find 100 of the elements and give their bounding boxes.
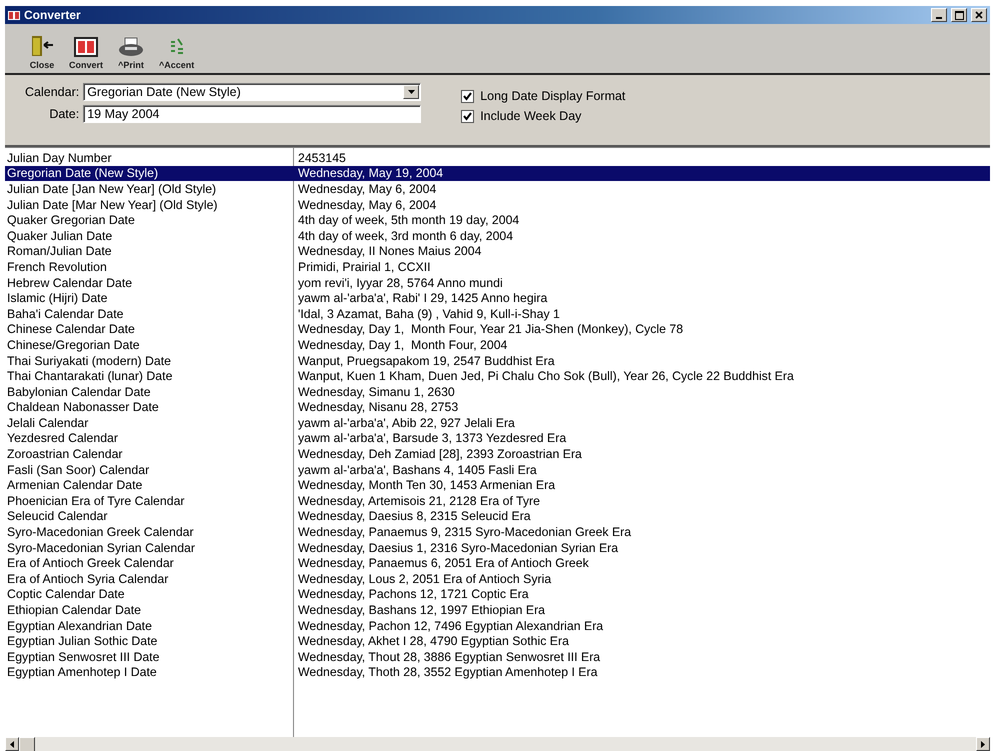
list-row[interactable]: Hebrew Calendar Date yom revi'i, Iyyar 28, 5764 Anno mundi — [5, 274, 990, 290]
list-row[interactable]: Phoenician Era of Tyre Calendar Wednesday, Artemisois 21, 2128 Era of Tyre — [5, 493, 990, 509]
list-row[interactable]: Baha'i Calendar Date 'Idal, 3 Azamat, Baha (9) , Vahid 9, Kull-i-Shay 1 — [5, 306, 990, 322]
list-row[interactable]: Julian Day Number 2453145 — [5, 150, 990, 166]
date-value: Wednesday, Day 1, Month Four, Year 21 Jia-Shen (Monkey), Cycle 78 — [297, 322, 684, 336]
list-row[interactable]: Quaker Julian Date 4th day of week, 3rd month 6 day, 2004 — [5, 228, 990, 244]
list-row[interactable]: Julian Date [Jan New Year] (Old Style) Wednesday, May 6, 2004 — [5, 181, 990, 197]
calendar-name: Chaldean Nabonasser Date — [6, 400, 160, 414]
calendar-name: French Revolution — [6, 260, 108, 274]
horizontal-scrollbar[interactable] — [5, 737, 990, 751]
list-row[interactable]: Roman/Julian Date Wednesday, II Nones Maius 2004 — [5, 244, 990, 260]
calendar-name: Julian Date [Jan New Year] (Old Style) — [6, 182, 218, 196]
calendar-name: Egyptian Julian Sothic Date — [6, 634, 158, 648]
calendar-name: Egyptian Alexandrian Date — [6, 618, 153, 633]
date-value: yawm al-'arba'a', Barsude 3, 1373 Yezdesred Era — [297, 431, 568, 446]
list-row[interactable]: Egyptian Amenhotep I Date Wednesday, Thoth 28, 3552 Egyptian Amenhotep I Era — [5, 664, 990, 680]
date-value: Wednesday, May 19, 2004 — [297, 166, 444, 180]
calendar-name: Julian Date [Mar New Year] (Old Style) — [6, 198, 218, 212]
calendar-name: Roman/Julian Date — [6, 244, 113, 258]
list-row[interactable]: Thai Chantarakati (lunar) Date Wanput, Kuen 1 Kham, Duen Jed, Pi Chalu Cho Sok (Bull), Year 26, Cycle 22 Buddhist Era — [5, 368, 990, 384]
close-button[interactable] — [971, 8, 987, 22]
list-row[interactable]: Egyptian Julian Sothic Date Wednesday, Akhet I 28, 4790 Egyptian Sothic Era — [5, 633, 990, 649]
list-row[interactable]: Jelali Calendar yawm al-'arba'a', Abib 22, 927 Jelali Era — [5, 415, 990, 431]
list-row[interactable]: Chinese Calendar Date Wednesday, Day 1, Month Four, Year 21 Jia-Shen (Monkey), Cycle 78 — [5, 322, 990, 338]
calendar-name: Thai Suriyakati (modern) Date — [6, 354, 172, 368]
toolbar-button[interactable]: ^Accent — [159, 37, 194, 70]
date-value: Wednesday, Bashans 12, 1997 Ethiopian Era — [297, 603, 546, 618]
calendar-name: Quaker Julian Date — [6, 228, 114, 243]
date-value: Wednesday, Akhet I 28, 4790 Egyptian Sothic Era — [297, 634, 570, 648]
calendar-dropdown[interactable]: Gregorian Date (New Style) — [83, 83, 422, 101]
list-row[interactable]: Thai Suriyakati (modern) Date Wanput, Pruegsapakom 19, 2547 Buddhist Era — [5, 352, 990, 368]
calendar-name: Seleucid Calendar — [6, 509, 108, 524]
date-value: Wednesday, Month Ten 30, 1453 Armenian Era — [297, 478, 556, 492]
checkbox[interactable] — [461, 90, 474, 102]
list-row[interactable]: Ethiopian Calendar Date Wednesday, Bashans 12, 1997 Ethiopian Era — [5, 602, 990, 618]
toolbar-button[interactable]: ^Print — [117, 37, 146, 70]
minimize-button[interactable] — [931, 8, 947, 22]
close-icon — [975, 11, 983, 19]
list-row[interactable]: Fasli (San Soor) Calendar yawm al-'arba'a', Bashans 4, 1405 Fasli Era — [5, 462, 990, 478]
date-value: 4th day of week, 3rd month 6 day, 2004 — [297, 228, 514, 243]
toolbar-button[interactable]: Convert — [69, 37, 104, 70]
list-row[interactable]: Babylonian Calendar Date Wednesday, Simanu 1, 2630 — [5, 384, 990, 400]
date-value: yawm al-'arba'a', Rabi' I 29, 1425 Anno hegira — [297, 291, 548, 306]
printer-icon — [117, 37, 146, 57]
list-row[interactable]: Seleucid Calendar Wednesday, Daesius 8, 2315 Seleucid Era — [5, 508, 990, 524]
app-icon — [8, 10, 20, 20]
list-row[interactable]: Era of Antioch Greek Calendar Wednesday, Panaemus 6, 2051 Era of Antioch Greek — [5, 555, 990, 572]
date-value: yawm al-'arba'a', Abib 22, 927 Jelali Era — [297, 416, 516, 430]
date-value: Wednesday, Daesius 1, 2316 Syro-Macedonian Syrian Era — [297, 540, 620, 555]
date-value: Wednesday, Thout 28, 3886 Egyptian Senwosret III Era — [297, 650, 602, 664]
list-row[interactable]: Era of Antioch Syria Calendar Wednesday, Lous 2, 2051 Era of Antioch Syria — [5, 571, 990, 587]
calendar-name: Egyptian Senwosret III Date — [6, 650, 160, 664]
date-value: Wednesday, Simanu 1, 2630 — [297, 384, 456, 399]
calendar-name: Baha'i Calendar Date — [6, 306, 125, 321]
calendar-name: Chinese Calendar Date — [6, 322, 136, 336]
list-row[interactable]: Julian Date [Mar New Year] (Old Style) Wednesday, May 6, 2004 — [5, 196, 990, 212]
calendar-name: Syro-Macedonian Greek Calendar — [6, 525, 195, 540]
date-value: Wednesday, Lous 2, 2051 Era of Antioch Syria — [297, 572, 552, 586]
list-row[interactable]: Chinese/Gregorian Date Wednesday, Day 1, Month Four, 2004 — [5, 337, 990, 353]
calendar-name: Yezdesred Calendar — [6, 431, 119, 446]
date-value: Wednesday, Panaemus 9, 2315 Syro-Macedonian Greek Era — [297, 525, 632, 540]
list-row[interactable]: Yezdesred Calendar yawm al-'arba'a', Barsude 3, 1373 Yezdesred Era — [5, 430, 990, 446]
calendar-name: Zoroastrian Calendar — [6, 447, 124, 462]
maximize-button[interactable] — [951, 8, 967, 22]
list-row[interactable]: Gregorian Date (New Style) Wednesday, May 19, 2004 — [5, 166, 990, 182]
calendar-name: Gregorian Date (New Style) — [6, 166, 160, 180]
date-value: Wednesday, Pachon 12, 7496 Egyptian Alexandrian Era — [297, 618, 604, 633]
field-label: Date: — [48, 107, 80, 121]
calendar-icon — [74, 37, 98, 57]
list-row[interactable]: Armenian Calendar Date Wednesday, Month Ten 30, 1453 Armenian Era — [5, 477, 990, 494]
list-row[interactable]: Chaldean Nabonasser Date Wednesday, Nisanu 28, 2753 — [5, 400, 990, 416]
list-row[interactable]: Egyptian Senwosret III Date Wednesday, Thout 28, 3886 Egyptian Senwosret III Era — [5, 649, 990, 665]
calendar-name: Quaker Gregorian Date — [6, 213, 136, 228]
date-value: Wednesday, May 6, 2004 — [297, 198, 438, 212]
scroll-right-icon[interactable] — [976, 737, 990, 751]
date-value: Wednesday, Panaemus 6, 2051 Era of Antioch Greek — [297, 556, 590, 570]
checkbox[interactable] — [461, 110, 474, 122]
list-row[interactable]: Syro-Macedonian Greek Calendar Wednesday, Panaemus 9, 2315 Syro-Macedonian Greek Era — [5, 524, 990, 540]
date-value: Wednesday, II Nones Maius 2004 — [297, 244, 482, 258]
scroll-thumb[interactable] — [19, 736, 35, 751]
scroll-left-icon[interactable] — [5, 737, 19, 751]
window-title: Converter — [24, 8, 82, 22]
date-value: Wednesday, Daesius 8, 2315 Seleucid Era — [297, 509, 532, 524]
calendar-name: Hebrew Calendar Date — [6, 276, 134, 290]
accent-icon — [168, 37, 185, 57]
toolbar-button[interactable]: Close — [29, 35, 55, 70]
list-row[interactable]: Coptic Calendar Date Wednesday, Pachons 12, 1721 Coptic Era — [5, 586, 990, 602]
calendar-name: Fasli (San Soor) Calendar — [6, 462, 150, 477]
date-value: Wanput, Kuen 1 Kham, Duen Jed, Pi Chalu Cho Sok (Bull), Year 26, Cycle 22 Buddhist Era — [297, 369, 795, 384]
calendar-name: Thai Chantarakati (lunar) Date — [6, 369, 174, 384]
list-row[interactable]: French Revolution Primidi, Prairial 1, CCXII — [5, 259, 990, 275]
list-row[interactable]: Egyptian Alexandrian Date Wednesday, Pachon 12, 7496 Egyptian Alexandrian Era — [5, 618, 990, 634]
date-field[interactable]: 19 May 2004 — [83, 105, 422, 123]
calendar-name: Julian Day Number — [6, 150, 113, 165]
list-row[interactable]: Quaker Gregorian Date 4th day of week, 5th month 19 day, 2004 — [5, 212, 990, 228]
date-value: Wednesday, Thoth 28, 3552 Egyptian Amenhotep I Era — [297, 665, 598, 680]
date-value: Wanput, Pruegsapakom 19, 2547 Buddhist Era — [297, 354, 556, 368]
list-row[interactable]: Syro-Macedonian Syrian Calendar Wednesday, Daesius 1, 2316 Syro-Macedonian Syrian Era — [5, 540, 990, 556]
list-row[interactable]: Zoroastrian Calendar Wednesday, Deh Zamiad [28], 2393 Zoroastrian Era — [5, 446, 990, 462]
list-row[interactable]: Islamic (Hijri) Date yawm al-'arba'a', Rabi' I 29, 1425 Anno hegira — [5, 290, 990, 306]
